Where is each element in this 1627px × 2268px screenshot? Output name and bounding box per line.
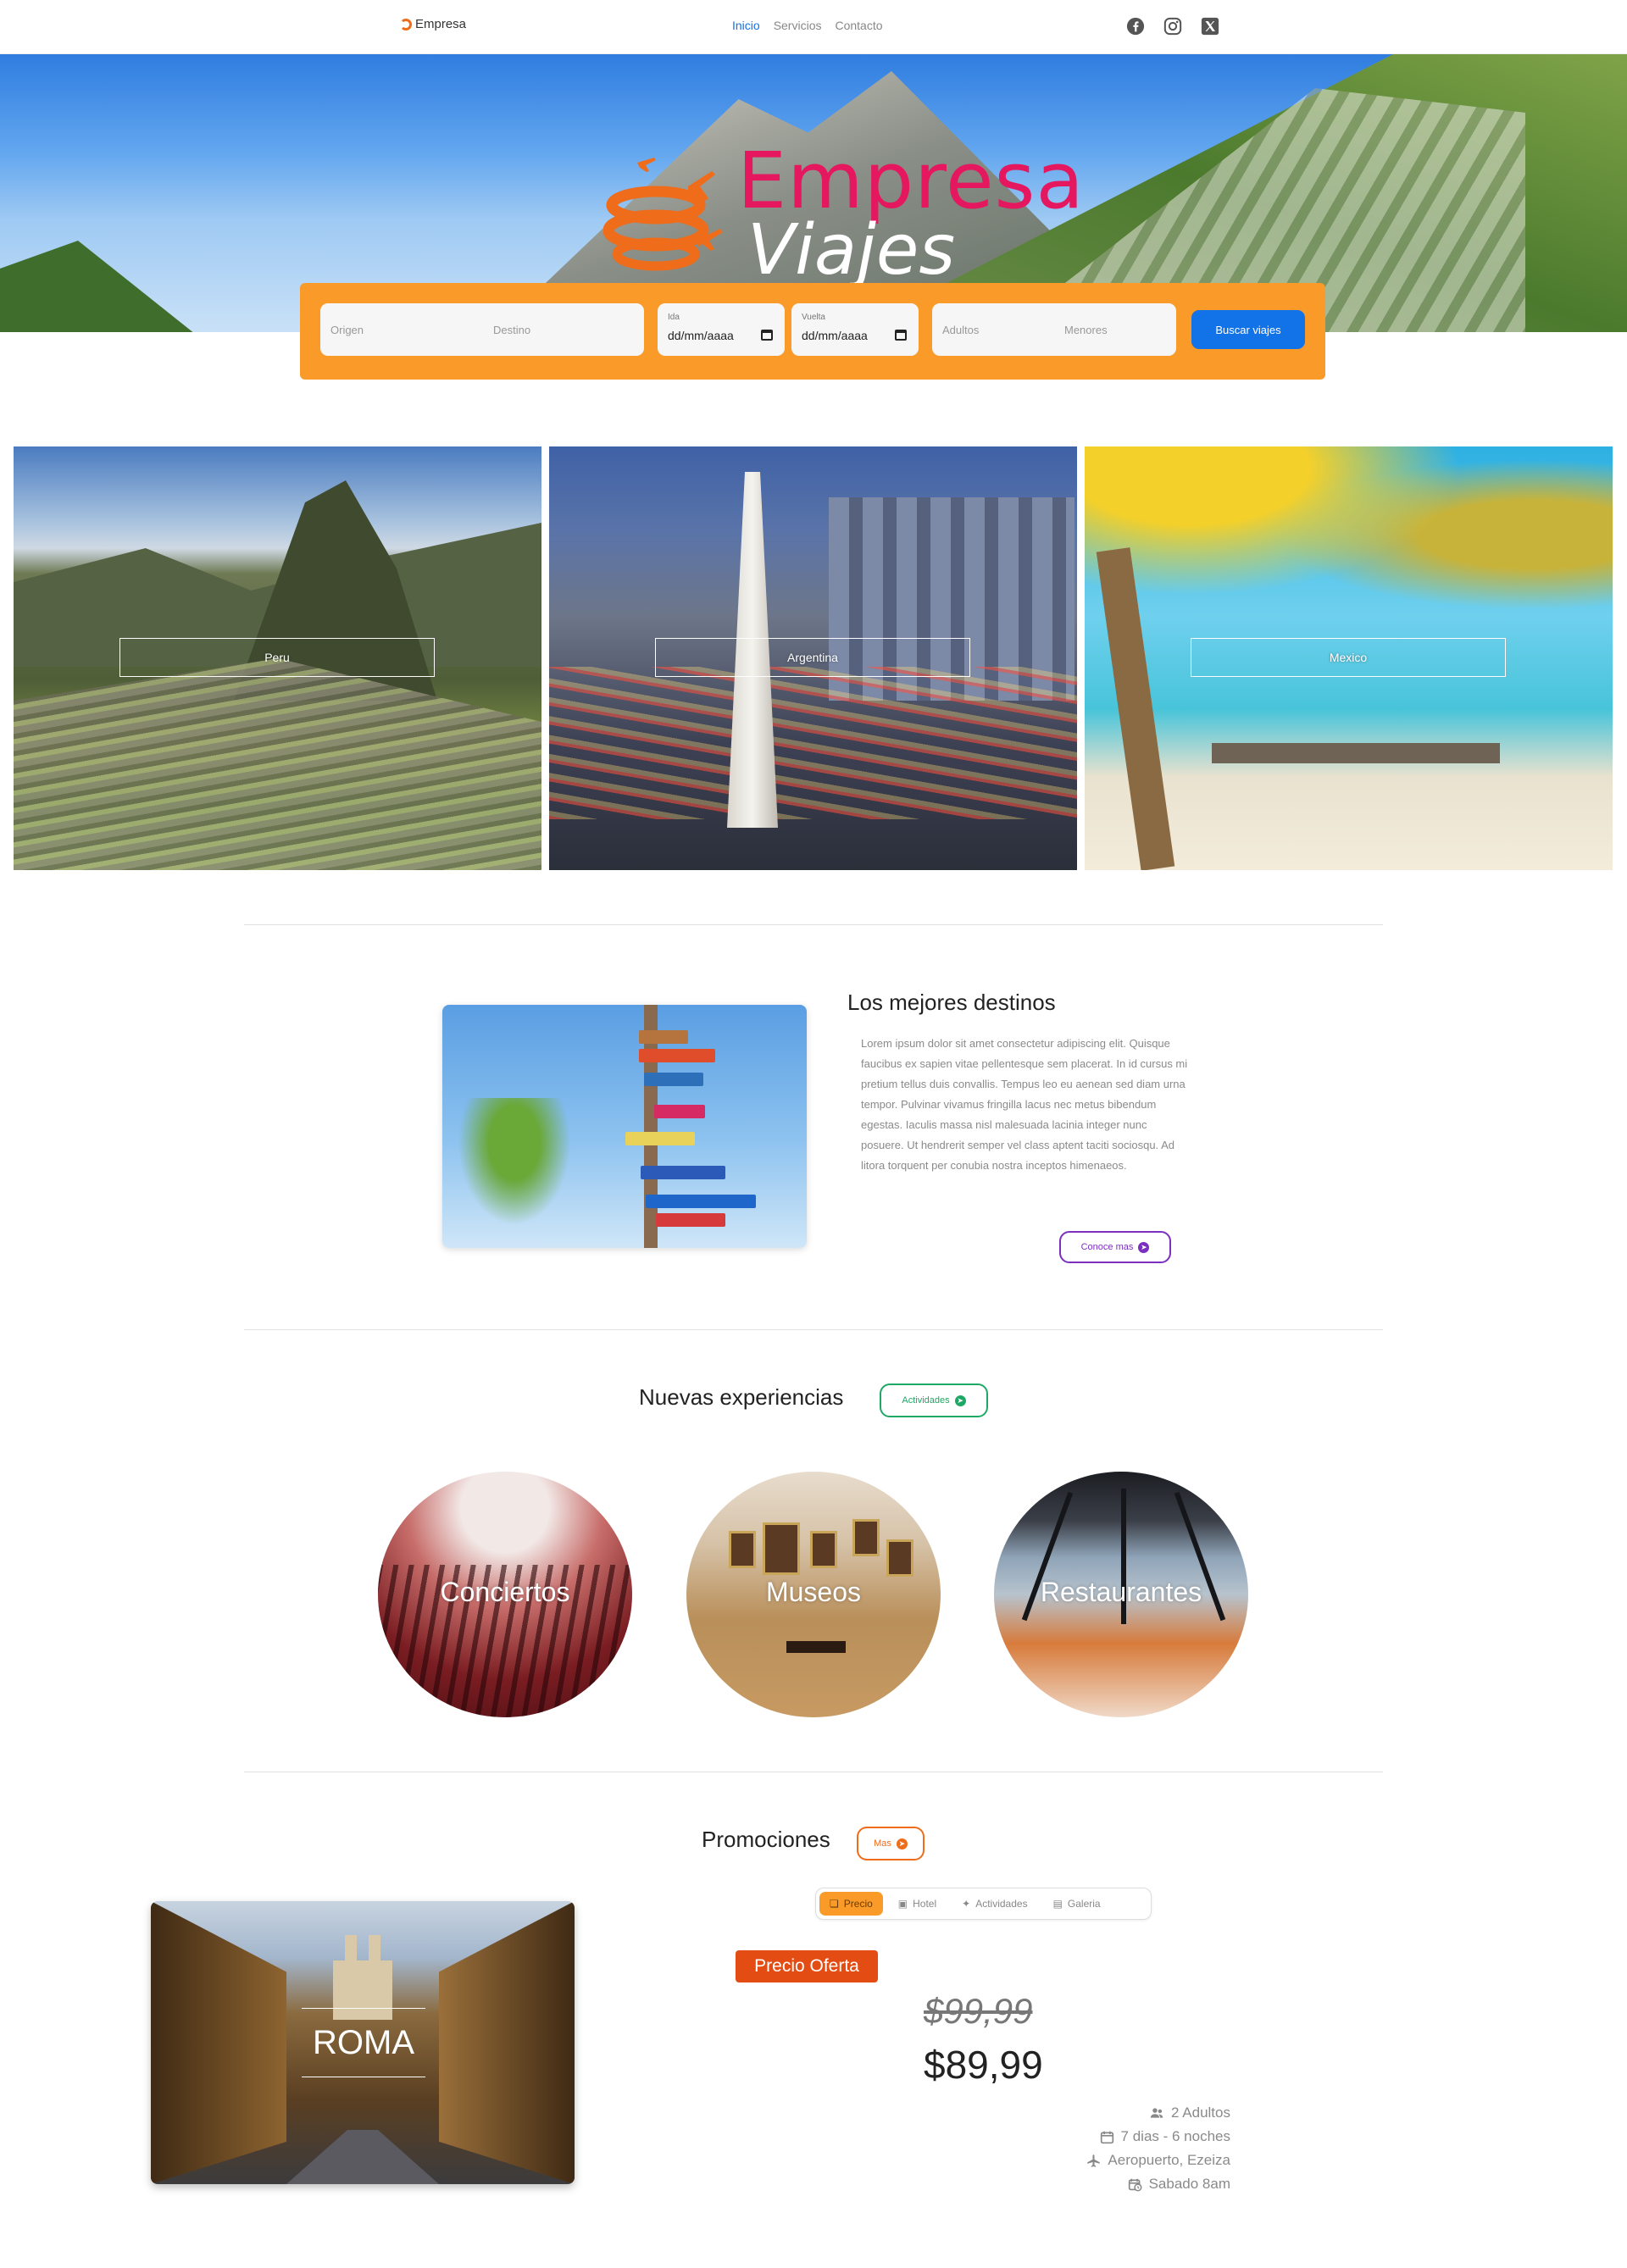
departure-date-field[interactable]: Ida dd/mm/aaaa (658, 303, 785, 356)
arrow-right-circle-icon: ➤ (896, 1838, 908, 1849)
arrow-right-circle-icon: ➤ (1138, 1241, 1150, 1253)
destination-label[interactable]: Mexico (1191, 638, 1506, 677)
destination-card-argentina[interactable]: Argentina (549, 446, 1077, 870)
brand-logo-icon (400, 18, 412, 30)
gallery-icon: ▤ (1052, 1898, 1063, 1910)
tab-actividades[interactable]: ✦ Actividades (952, 1892, 1037, 1916)
page: Empresa Inicio Servicios Contacto Empres… (0, 0, 1627, 2268)
experience-label: Museos (765, 1577, 862, 1607)
departure-date-value: dd/mm/aaaa (668, 329, 734, 342)
departure-label: Ida (668, 313, 680, 322)
divider (244, 924, 1383, 925)
navbar: Empresa Inicio Servicios Contacto (0, 0, 1627, 54)
more-label: Mas (874, 1838, 891, 1849)
trip-search-bar: Origen Destino Ida dd/mm/aaaa Vuelta dd/… (300, 283, 1325, 380)
promo-city-label: ROMA (302, 2008, 425, 2077)
return-date-field[interactable]: Vuelta dd/mm/aaaa (791, 303, 919, 356)
detail-text: Aeropuerto, Ezeiza (1108, 2152, 1230, 2168)
brand-name: Empresa (415, 17, 467, 31)
nav-link-inicio[interactable]: Inicio (732, 19, 760, 32)
tag-icon: ❏ (830, 1898, 839, 1910)
old-price: $99,99 (924, 1991, 1033, 2031)
tab-label: Precio (843, 1898, 873, 1910)
person-walking-icon: ✦ (962, 1898, 971, 1910)
brand-link[interactable]: Empresa (400, 17, 466, 31)
origin-input[interactable]: Origen (330, 324, 364, 336)
experience-label: Restaurantes (1040, 1577, 1202, 1607)
divider (244, 1329, 1383, 1330)
experience-restaurantes[interactable]: Restaurantes (994, 1472, 1248, 1717)
experience-museos[interactable]: Museos (686, 1472, 941, 1717)
plane-icon (1087, 2154, 1101, 2167)
tab-label: Galeria (1067, 1898, 1101, 1910)
destination-input[interactable]: Destino (493, 324, 530, 336)
learn-more-label: Conoce mas (1080, 1242, 1134, 1252)
tab-precio[interactable]: ❏ Precio (819, 1892, 883, 1916)
destination-card-peru[interactable]: Peru (14, 446, 541, 870)
return-date-value: dd/mm/aaaa (802, 329, 868, 342)
detail-text: 2 Adultos (1171, 2104, 1230, 2121)
tab-galeria[interactable]: ▤ Galeria (1043, 1892, 1111, 1916)
users-icon (1150, 2107, 1163, 2118)
activities-button[interactable]: Actividades ➤ (880, 1384, 988, 1417)
tab-label: Hotel (913, 1898, 937, 1910)
facebook-icon[interactable] (1125, 16, 1146, 36)
about-title: Los mejores destinos (847, 990, 1056, 1015)
destination-label[interactable]: Peru (119, 638, 435, 677)
experiences-title: Nuevas experiencias (639, 1384, 844, 1410)
nav-link-contacto[interactable]: Contacto (835, 19, 882, 32)
calendar-icon[interactable] (895, 330, 907, 341)
detail-schedule: Sabado 8am (1128, 2176, 1230, 2193)
calendar-clock-icon (1128, 2178, 1142, 2191)
promotions-title: Promociones (702, 1827, 830, 1852)
detail-duration: 7 dias - 6 noches (1100, 2128, 1230, 2145)
activities-label: Actividades (902, 1395, 950, 1406)
experience-label: Conciertos (440, 1577, 570, 1607)
detail-text: Sabado 8am (1148, 2176, 1230, 2192)
destination-card-mexico[interactable]: Mexico (1085, 446, 1613, 870)
offer-price: $89,99 (924, 2043, 1043, 2087)
offer-badge: Precio Oferta (736, 1950, 878, 1982)
x-twitter-icon[interactable] (1200, 16, 1220, 36)
experience-conciertos[interactable]: Conciertos (378, 1472, 632, 1717)
nav-links: Inicio Servicios Contacto (732, 19, 883, 32)
origin-destination-field: Origen Destino (320, 303, 644, 356)
search-trips-button[interactable]: Buscar viajes (1191, 310, 1305, 349)
about-text: Lorem ipsum dolor sit amet consectetur a… (861, 1037, 1188, 1172)
promo-tabs: ❏ Precio ▣ Hotel ✦ Actividades ▤ Galeria (815, 1888, 1152, 1920)
passengers-field: Adultos Menores (932, 303, 1176, 356)
arrow-right-circle-icon: ➤ (954, 1395, 966, 1406)
hero-logo: Empresa Viajes (603, 136, 1084, 291)
tab-hotel[interactable]: ▣ Hotel (888, 1892, 947, 1916)
more-promotions-button[interactable]: Mas ➤ (857, 1827, 925, 1860)
adults-input[interactable]: Adultos (942, 324, 979, 336)
social-links (1125, 16, 1220, 36)
learn-more-button[interactable]: Conoce mas ➤ (1059, 1231, 1171, 1263)
detail-adults: 2 Adultos (1150, 2104, 1230, 2121)
nav-link-servicios[interactable]: Servicios (774, 19, 822, 32)
return-label: Vuelta (802, 313, 825, 322)
tab-label: Actividades (975, 1898, 1028, 1910)
logo-text-viajes: Viajes (747, 210, 956, 291)
instagram-icon[interactable] (1163, 16, 1183, 36)
calendar-icon (1100, 2131, 1113, 2143)
detail-text: 7 dias - 6 noches (1120, 2128, 1230, 2144)
hotel-icon: ▣ (897, 1898, 908, 1910)
destination-label[interactable]: Argentina (655, 638, 970, 677)
promo-image-roma[interactable]: ROMA (151, 1901, 575, 2184)
globe-plane-logo-icon (603, 158, 723, 271)
minors-input[interactable]: Menores (1064, 324, 1108, 336)
calendar-icon[interactable] (761, 330, 773, 341)
signpost-image (442, 1005, 807, 1248)
detail-airport: Aeropuerto, Ezeiza (1086, 2152, 1230, 2169)
